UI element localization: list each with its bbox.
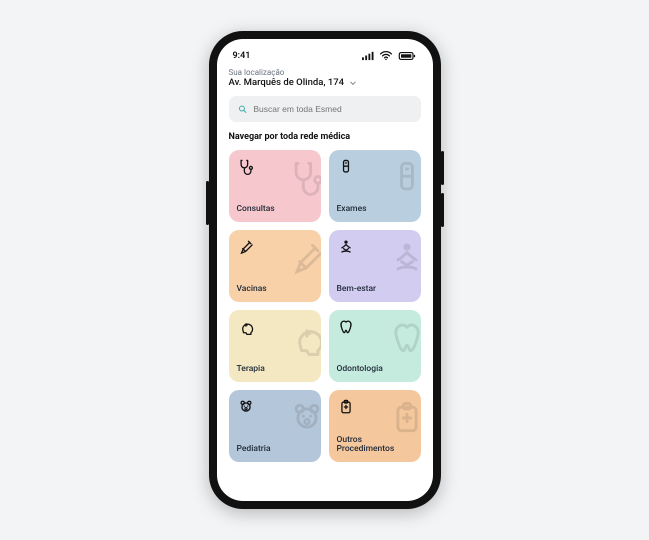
app-screen: 9:41 Sua localização Av. Marquês de Olin… bbox=[217, 39, 433, 501]
category-card-vial[interactable]: Exames bbox=[329, 150, 421, 222]
category-card-head[interactable]: Terapia bbox=[229, 310, 321, 382]
vial-bg-icon bbox=[387, 158, 421, 198]
tooth-bg-icon bbox=[387, 318, 421, 358]
category-label: Outros Procedimentos bbox=[337, 436, 413, 455]
chevron-down-icon bbox=[348, 78, 358, 88]
status-bar: 9:41 bbox=[229, 49, 421, 68]
head-icon bbox=[237, 318, 255, 336]
location-block[interactable]: Sua localização Av. Marquês de Olinda, 1… bbox=[229, 68, 421, 96]
meditation-icon bbox=[337, 238, 355, 256]
physical-button bbox=[206, 181, 209, 225]
physical-button bbox=[441, 151, 444, 185]
category-label: Exames bbox=[337, 205, 413, 214]
clipboard-icon bbox=[337, 398, 355, 416]
category-card-tooth[interactable]: Odontologia bbox=[329, 310, 421, 382]
syringe-bg-icon bbox=[287, 238, 321, 278]
category-label: Terapia bbox=[237, 365, 313, 374]
battery-icon bbox=[397, 50, 417, 62]
category-grid: Consultas Exames Vacinas Bem-estar Terapia Od… bbox=[229, 150, 421, 462]
phone-frame: 9:41 Sua localização Av. Marquês de Olin… bbox=[209, 31, 441, 509]
category-card-stethoscope[interactable]: Consultas bbox=[229, 150, 321, 222]
category-label: Bem-estar bbox=[337, 285, 413, 294]
category-label: Consultas bbox=[237, 205, 313, 214]
meditation-bg-icon bbox=[387, 238, 421, 278]
browse-section-title: Navegar por toda rede médica bbox=[229, 132, 421, 142]
search-input[interactable] bbox=[253, 104, 412, 114]
category-card-teddy[interactable]: Pediatria bbox=[229, 390, 321, 462]
stethoscope-bg-icon bbox=[287, 158, 321, 198]
location-label: Sua localização bbox=[229, 68, 421, 77]
search-field[interactable] bbox=[229, 96, 421, 122]
category-card-meditation[interactable]: Bem-estar bbox=[329, 230, 421, 302]
category-card-clipboard[interactable]: Outros Procedimentos bbox=[329, 390, 421, 462]
category-label: Odontologia bbox=[337, 365, 413, 374]
syringe-icon bbox=[237, 238, 255, 256]
physical-button bbox=[441, 193, 444, 227]
search-icon bbox=[237, 103, 248, 115]
teddy-bg-icon bbox=[287, 398, 321, 438]
wifi-icon bbox=[379, 49, 393, 62]
status-indicators bbox=[361, 49, 417, 62]
stethoscope-icon bbox=[237, 158, 255, 176]
status-time: 9:41 bbox=[233, 51, 251, 61]
clipboard-bg-icon bbox=[387, 398, 421, 438]
category-card-syringe[interactable]: Vacinas bbox=[229, 230, 321, 302]
category-label: Vacinas bbox=[237, 285, 313, 294]
teddy-icon bbox=[237, 398, 255, 416]
head-bg-icon bbox=[287, 318, 321, 358]
category-label: Pediatria bbox=[237, 445, 313, 454]
location-value: Av. Marquês de Olinda, 174 bbox=[229, 77, 345, 88]
signal-icon bbox=[361, 50, 375, 61]
vial-icon bbox=[337, 158, 355, 176]
tooth-icon bbox=[337, 318, 355, 336]
